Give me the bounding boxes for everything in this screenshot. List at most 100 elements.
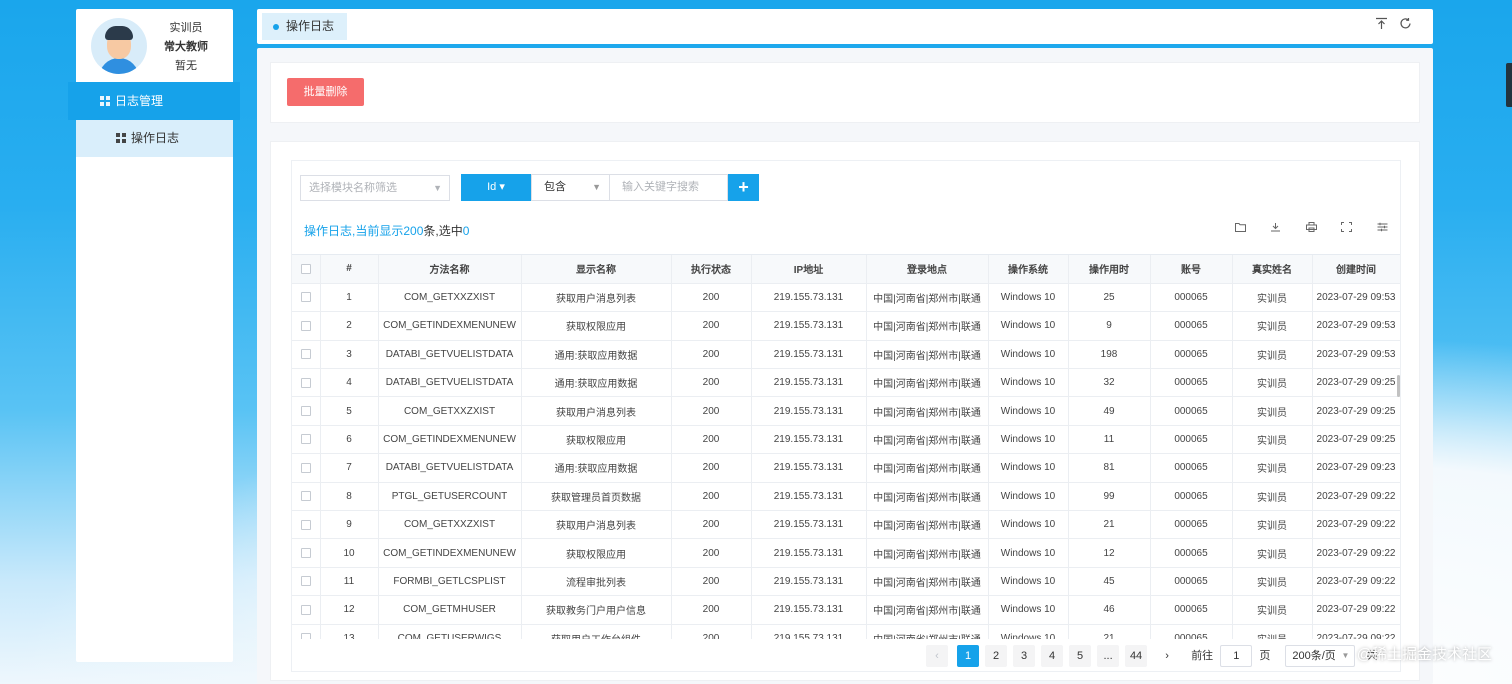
page-number-button[interactable]: 2 [985,645,1008,667]
row-checkbox-cell[interactable] [292,425,321,455]
column-header[interactable]: 显示名称 [521,255,672,284]
row-checkbox[interactable] [300,292,311,303]
column-header[interactable]: 操作用时 [1068,255,1151,284]
table-row[interactable]: 5 COM_GETXXZXIST 获取用户消息列表 200 219.155.73.131… [292,396,1400,426]
next-page-button[interactable]: › [1156,645,1178,667]
page-number-button[interactable]: 1 [957,645,980,667]
row-checkbox-cell[interactable] [292,340,321,370]
column-header[interactable]: 方法名称 [378,255,522,284]
row-checkbox[interactable] [300,519,311,530]
row-checkbox-cell[interactable] [292,283,321,313]
table-cell: PTGL_GETUSERCOUNT [378,482,522,512]
column-header[interactable]: 账号 [1150,255,1233,284]
column-header[interactable]: 创建时间 [1312,255,1400,284]
page-size-select[interactable]: 200条/页 ▼ [1285,645,1356,667]
table-cell: 219.155.73.131 [751,368,867,398]
table-cell: 中国|河南省|郑州市|联通 [866,595,989,625]
table-row[interactable]: 4 DATABI_GETVUELISTDATA 通用:获取应用数据 200 219.15… [292,368,1400,398]
row-checkbox[interactable] [300,434,311,445]
row-checkbox-cell[interactable] [292,368,321,398]
page-number-button[interactable]: 3 [1013,645,1036,667]
table-row[interactable]: 3 DATABI_GETVUELISTDATA 通用:获取应用数据 200 219.15… [292,340,1400,370]
table-cell: 45 [1068,567,1151,597]
table-card: 选择模块名称筛选 ▼ Id ▾ 包含 ▼ 输入关键字搜索 + 操作日志,当前显示… [270,141,1420,681]
avatar[interactable] [91,18,147,74]
batch-delete-button[interactable]: 批量删除 [287,78,364,106]
row-checkbox[interactable] [300,377,311,388]
row-checkbox-cell[interactable] [292,396,321,426]
table-row[interactable]: 11 FORMBI_GETLCSPLIST 流程审批列表 200 219.155.73.… [292,567,1400,597]
row-checkbox[interactable] [300,462,311,473]
add-filter-button[interactable]: + [728,174,759,201]
table-cell: 2023-07-29 09:22 [1312,624,1400,639]
table-cell: 中国|河南省|郑州市|联通 [866,538,989,568]
table-row[interactable]: 2 COM_GETINDEXMENUNEW 获取权限应用 200 219.155.73.… [292,311,1400,341]
profile-line3: 暂无 [175,60,197,72]
select-all-checkbox-cell[interactable] [292,255,321,284]
table-cell: 219.155.73.131 [751,538,867,568]
row-checkbox[interactable] [300,491,311,502]
column-header[interactable]: 真实姓名 [1232,255,1313,284]
row-checkbox-cell[interactable] [292,510,321,540]
row-checkbox[interactable] [300,604,311,615]
column-header[interactable]: # [320,255,379,284]
table-row[interactable]: 7 DATABI_GETVUELISTDATA 通用:获取应用数据 200 219.15… [292,453,1400,483]
summary-prefix: 操作日志,当前显示 [304,224,404,238]
module-filter-select[interactable]: 选择模块名称筛选 ▼ [300,175,450,201]
page-number-button[interactable]: 44 [1125,645,1148,667]
row-checkbox[interactable] [300,406,311,416]
table-row[interactable]: 10 COM_GETINDEXMENUNEW 获取权限应用 200 219.155.73… [292,538,1400,568]
row-checkbox[interactable] [300,349,311,360]
table-scrollbar[interactable] [1397,375,1400,397]
page-size-value: 200条/页 [1292,650,1336,662]
operator-select[interactable]: 包含 ▼ [531,174,610,201]
table-cell: 2023-07-29 09:22 [1312,482,1400,512]
table-row[interactable]: 1 COM_GETXXZXIST 获取用户消息列表 200 219.155.73.131… [292,283,1400,313]
page-ellipsis[interactable]: ... [1097,645,1120,667]
table-cell: COM_GETINDEXMENUNEW [378,538,522,568]
upload-icon[interactable] [1373,17,1389,33]
table-cell: 200 [671,340,752,370]
row-checkbox[interactable] [300,547,311,558]
table-row[interactable]: 13COM_GETUSERWIGS获取用户工作台组件200219.155.73.… [292,624,1400,639]
download-icon[interactable] [1268,222,1284,235]
table-row[interactable]: 6 COM_GETINDEXMENUNEW 获取权限应用 200 219.155.73.… [292,425,1400,455]
goto-page-input[interactable]: 1 [1220,645,1253,667]
row-checkbox-cell[interactable] [292,453,321,483]
table-cell: 2023-07-29 09:23 [1312,453,1400,483]
column-header[interactable]: IP地址 [751,255,867,284]
tab-operation-log[interactable]: 操作日志 [262,13,347,40]
column-header[interactable]: 操作系统 [988,255,1069,284]
row-checkbox-cell[interactable] [292,538,321,568]
keyword-search-input[interactable]: 输入关键字搜索 [610,174,728,201]
settings-icon[interactable] [1374,222,1390,235]
table-row[interactable]: 9 COM_GETXXZXIST 获取用户消息列表 200 219.155.73.131… [292,510,1400,540]
print-icon[interactable] [1303,222,1319,235]
table-cell: COM_GETXXZXIST [378,510,522,540]
field-select-button[interactable]: Id ▾ [461,174,531,201]
row-checkbox[interactable] [300,576,311,587]
row-checkbox-cell[interactable] [292,482,321,512]
prev-page-button[interactable]: ‹ [926,645,948,667]
refresh-icon[interactable] [1397,17,1413,33]
row-checkbox[interactable] [300,320,311,331]
side-handle[interactable] [1506,63,1512,107]
row-checkbox-cell[interactable] [292,567,321,597]
folder-icon[interactable] [1233,222,1249,235]
table-row[interactable]: 8 PTGL_GETUSERCOUNT 获取管理员首页数据 200 219.155.73… [292,482,1400,512]
row-checkbox-cell[interactable] [292,595,321,625]
select-all-checkbox[interactable] [300,263,311,274]
column-header[interactable]: 执行状态 [671,255,752,284]
column-header[interactable]: 登录地点 [866,255,989,284]
page-number-button[interactable]: 4 [1041,645,1064,667]
table-cell: 通用:获取应用数据 [521,368,672,398]
sidebar-item-log-management[interactable]: 日志管理 [68,82,240,120]
row-checkbox[interactable] [300,633,311,639]
table-cell: 32 [1068,368,1151,398]
sidebar-item-operation-log[interactable]: 操作日志 [76,120,233,157]
fullscreen-icon[interactable] [1339,222,1355,235]
row-checkbox-cell[interactable] [292,311,321,341]
row-checkbox-cell[interactable] [292,624,321,639]
page-number-button[interactable]: 5 [1069,645,1092,667]
table-row[interactable]: 12 COM_GETMHUSER 获取教务门户用户信息 200 219.155.73.1… [292,595,1400,625]
